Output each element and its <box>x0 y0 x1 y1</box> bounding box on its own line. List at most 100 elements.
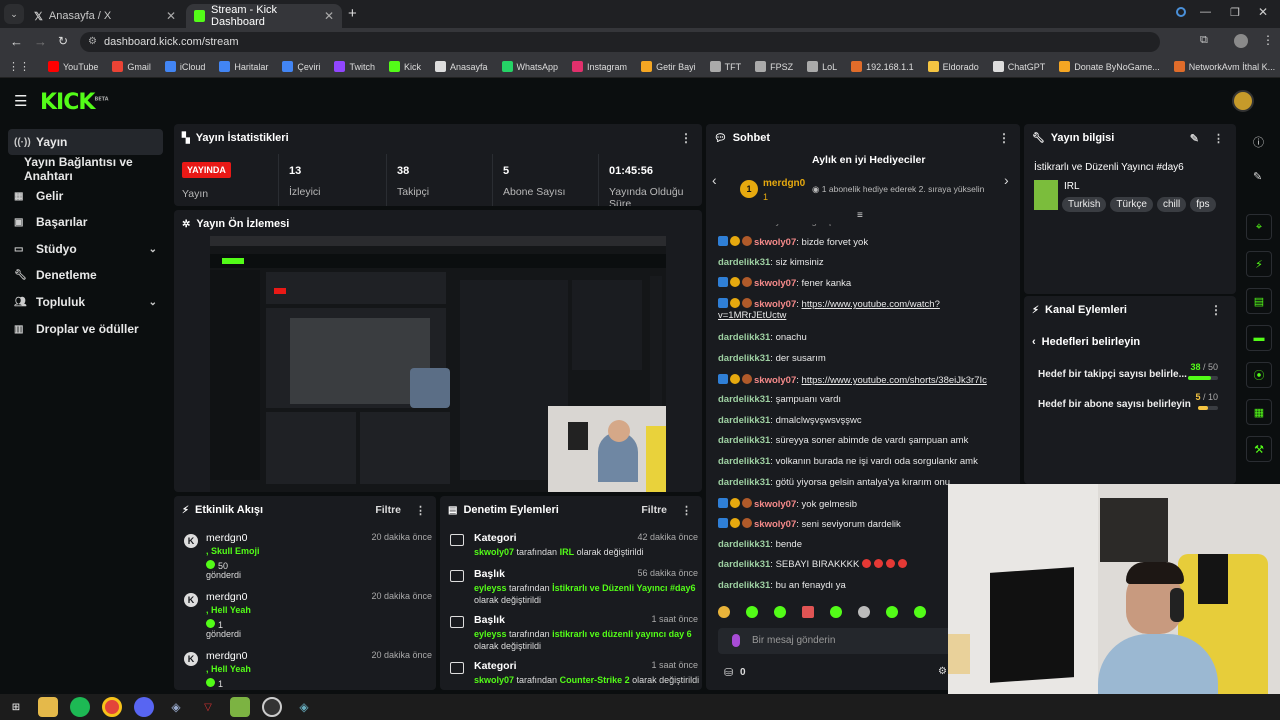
chat-message[interactable]: dardelikk31: süreyya soner abimde de var… <box>718 435 1018 446</box>
hamburger-menu-icon[interactable]: ☰ <box>14 92 27 110</box>
chat-username[interactable]: dardelikk31 <box>718 477 770 488</box>
chat-message[interactable]: skwoly07: fener kanka <box>718 277 1018 289</box>
chat-username[interactable]: dardelikk31 <box>718 394 770 405</box>
file-explorer-icon[interactable] <box>38 697 58 717</box>
gifters-next-icon[interactable]: › <box>1004 172 1009 188</box>
chat-username[interactable]: dardelikk31 <box>718 456 770 467</box>
chat-message[interactable]: dardelikk31: siz kimsiniz <box>718 257 1018 268</box>
emote-icon[interactable] <box>774 606 786 618</box>
chat-username[interactable]: dardelikk31 <box>718 353 770 364</box>
emote-icon[interactable] <box>802 606 814 618</box>
emote-icon[interactable] <box>858 606 870 618</box>
bookmark-item[interactable]: Haritalar <box>219 61 268 72</box>
chat-message[interactable]: dardelikk31: dmalclwşvşwsvşşwc <box>718 415 1018 426</box>
chat-message[interactable]: skwoly07: https://www.youtube.com/shorts… <box>718 374 1018 386</box>
app-icon[interactable]: ▽ <box>198 697 218 717</box>
gifter-name[interactable]: merdgn0 <box>763 178 805 189</box>
broadcast-icon[interactable]: ⦿ <box>1246 362 1272 388</box>
chat-username[interactable]: dardelikk31 <box>718 559 770 570</box>
bookmark-item[interactable]: YouTube <box>48 61 98 72</box>
chat-username[interactable]: skwoly07 <box>754 237 796 248</box>
more-options-icon[interactable]: ⋮ <box>998 131 1010 145</box>
bookmark-item[interactable]: NetworkAvm İthal K... <box>1173 61 1275 72</box>
close-window-icon[interactable]: ✕ <box>1258 5 1268 19</box>
reload-icon[interactable]: ↻ <box>58 34 68 48</box>
sidebar-item-denetleme[interactable]: 🔧︎ Denetleme <box>8 262 163 288</box>
discord-icon[interactable] <box>134 697 154 717</box>
user-avatar[interactable] <box>1232 90 1254 112</box>
gifters-prev-icon[interactable]: ‹ <box>712 172 717 188</box>
tab-x[interactable]: 𝕏 Anasayfa / X ✕ <box>26 4 184 28</box>
bookmark-item[interactable]: FPSZ <box>755 61 793 72</box>
chat-username[interactable]: skwoly07 <box>754 499 796 510</box>
chat-link[interactable]: https://www.youtube.com/watch? <box>802 299 940 310</box>
more-options-icon[interactable]: ⋮ <box>1213 132 1224 145</box>
sidebar-item-droplar[interactable]: ▥ Droplar ve ödüller <box>8 316 163 342</box>
bookmark-item[interactable]: Anasayfa <box>434 61 488 72</box>
edit-pencil-icon[interactable]: ✎ <box>1253 170 1262 183</box>
extensions-icon[interactable]: ⧉ <box>1200 34 1208 47</box>
tag[interactable]: Turkish <box>1062 197 1107 212</box>
bookmark-item[interactable]: Eldorado <box>927 61 979 72</box>
chat-username[interactable]: dardelikk31 <box>718 415 770 426</box>
chat-settings-icon[interactable]: ⚙ <box>938 666 947 677</box>
sidebar-item-yayin[interactable]: ((·)) Yayın <box>8 129 163 155</box>
chat-link[interactable]: https://www.youtube.com/shorts/38eiJk3r7… <box>802 375 987 386</box>
tab-kick-dashboard[interactable]: Stream - Kick Dashboard ✕ <box>186 4 342 28</box>
chat-link[interactable]: v=1MRrJEtUctw <box>718 310 786 321</box>
bookmark-item[interactable]: Gmail <box>112 61 151 72</box>
kick-logo[interactable]: KICKBETA <box>40 90 109 115</box>
chat-message[interactable]: dardelikk31: volkanın burada ne işi vard… <box>718 456 1018 467</box>
tag[interactable]: Türkçe <box>1110 197 1153 212</box>
chat-message[interactable]: skwoly07: bizde forvet yok <box>718 236 1018 248</box>
filter-button[interactable]: Filtre <box>375 504 401 516</box>
minimize-icon[interactable]: — <box>1200 6 1211 18</box>
close-tab-icon[interactable]: ✕ <box>324 9 334 23</box>
profile-avatar[interactable] <box>1234 34 1248 48</box>
steam-client-icon[interactable]: ◈ <box>294 697 314 717</box>
bookmark-item[interactable]: ChatGPT <box>992 61 1045 72</box>
chat-username[interactable]: skwoly07 <box>754 519 796 530</box>
more-options-icon[interactable]: ⋮ <box>680 131 692 145</box>
obs-icon[interactable] <box>262 697 282 717</box>
spotify-icon[interactable] <box>70 697 90 717</box>
menu-kebab-icon[interactable]: ⋮ <box>1262 33 1274 47</box>
tag[interactable]: chill <box>1156 197 1187 212</box>
bookmark-item[interactable]: Çeviri <box>282 61 320 72</box>
chat-username[interactable]: dardelikk31 <box>718 580 770 591</box>
goals-back-button[interactable]: ‹ Hedefleri belirleyin <box>1032 336 1140 348</box>
bookmark-item[interactable]: TFT <box>709 61 741 72</box>
bookmark-item[interactable]: Twitch <box>334 61 375 72</box>
emote-icon[interactable] <box>718 606 730 618</box>
clipboard-icon[interactable]: ▤ <box>1246 288 1272 314</box>
more-options-icon[interactable]: ⋮ <box>681 504 692 517</box>
channel-points-icon[interactable]: ⛁ <box>724 666 733 679</box>
address-bar[interactable]: ⚙ dashboard.kick.com/stream <box>80 32 1160 52</box>
bookmark-item[interactable]: WhatsApp <box>501 61 558 72</box>
bookmark-item[interactable]: Instagram <box>572 61 627 72</box>
mic-icon[interactable] <box>732 634 740 647</box>
target-icon[interactable]: ⌖ <box>1246 214 1272 240</box>
restore-icon[interactable]: ❐ <box>1230 6 1240 19</box>
chat-message[interactable]: dardelikk31: şampuanı vardı <box>718 394 1018 405</box>
bookmark-item[interactable]: 192.168.1.1 <box>851 61 914 72</box>
chat-username[interactable]: dardelikk31 <box>718 539 770 550</box>
windows-start-icon[interactable]: ⊞ <box>6 697 26 717</box>
chat-bubble-icon[interactable]: ▬ <box>1246 325 1272 351</box>
chat-username[interactable]: skwoly07 <box>754 299 796 310</box>
chat-username[interactable]: skwoly07 <box>754 375 796 386</box>
emote-icon[interactable] <box>746 606 758 618</box>
bookmark-item[interactable]: iCloud <box>164 61 205 72</box>
edit-pencil-icon[interactable]: ✎ <box>1190 132 1199 145</box>
filter-button[interactable]: Filtre <box>641 504 667 516</box>
lightning-icon[interactable]: ⚡︎ <box>1246 251 1272 277</box>
editor-icon[interactable] <box>230 697 250 717</box>
steam-icon[interactable]: ◈ <box>166 697 186 717</box>
goal-followers[interactable]: Hedef bir takipçi sayısı belirle... 38 /… <box>1038 362 1228 386</box>
chat-username[interactable]: dardelikk31 <box>718 435 770 446</box>
bookmark-item[interactable]: LoL <box>807 61 837 72</box>
chat-username[interactable]: skwoly07 <box>754 278 796 289</box>
wrench-icon[interactable]: ⚒ <box>1246 436 1272 462</box>
sidebar-item-topluluk[interactable]: 👥︎ Topluluk ⌄ <box>8 289 163 315</box>
site-info-icon[interactable]: ⚙ <box>88 32 97 52</box>
